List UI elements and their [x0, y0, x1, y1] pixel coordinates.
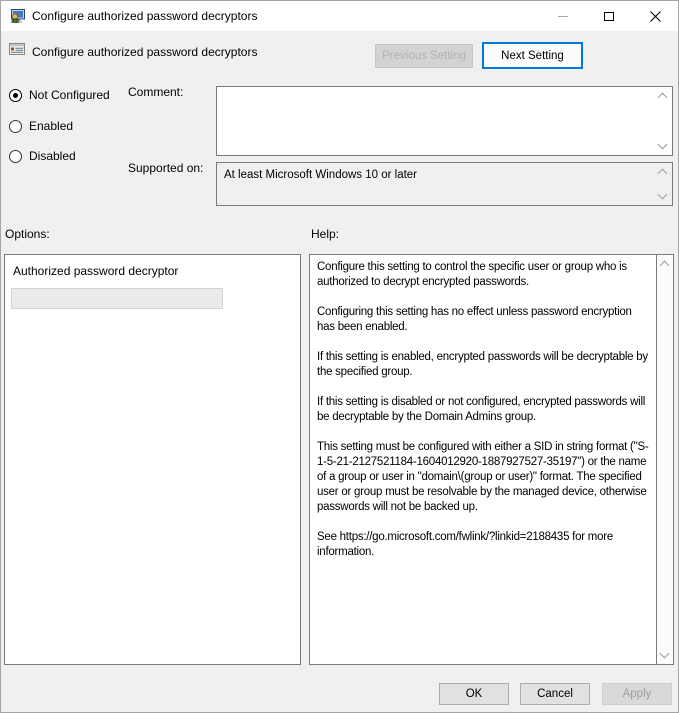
comment-box — [216, 86, 673, 156]
comment-label: Comment: — [128, 85, 183, 99]
group-policy-app-icon — [10, 8, 26, 24]
policy-setting-icon — [9, 41, 25, 57]
help-paragraph: Configure this setting to control the sp… — [317, 260, 651, 290]
maximize-button[interactable] — [586, 1, 632, 31]
chevron-up-icon[interactable] — [658, 169, 668, 179]
chevron-up-icon[interactable] — [660, 261, 670, 271]
close-button[interactable] — [632, 1, 678, 31]
help-paragraph: If this setting is disabled or not confi… — [317, 395, 651, 425]
supported-on-label: Supported on: — [128, 161, 203, 175]
help-section-label: Help: — [311, 227, 339, 241]
close-icon — [650, 11, 661, 22]
cancel-button[interactable]: Cancel — [520, 683, 590, 705]
radio-label: Not Configured — [29, 88, 110, 102]
comment-input[interactable] — [217, 87, 672, 155]
radio-circle — [9, 120, 22, 133]
options-panel: Authorized password decryptor — [4, 254, 301, 665]
previous-setting-button: Previous Setting — [375, 44, 473, 68]
chevron-down-icon[interactable] — [658, 190, 668, 200]
radio-enabled[interactable]: Enabled — [9, 119, 73, 133]
radio-label: Enabled — [29, 119, 73, 133]
options-section-label: Options: — [5, 227, 50, 241]
radio-disabled[interactable]: Disabled — [9, 149, 76, 163]
maximize-icon — [604, 12, 614, 21]
minimize-icon — [558, 16, 568, 17]
caption-buttons — [540, 1, 678, 31]
window-title: Configure authorized password decryptors — [32, 9, 257, 23]
help-paragraph: See https://go.microsoft.com/fwlink/?lin… — [317, 530, 651, 560]
radio-circle — [9, 89, 22, 102]
ok-button[interactable]: OK — [439, 683, 509, 705]
setting-name: Configure authorized password decryptors — [32, 45, 257, 59]
help-scrollbar[interactable] — [656, 255, 673, 664]
help-paragraph: Configuring this setting has no effect u… — [317, 305, 651, 335]
radio-circle — [9, 150, 22, 163]
help-text: Configure this setting to control the sp… — [310, 255, 656, 664]
minimize-button — [540, 1, 586, 31]
supported-on-value: At least Microsoft Windows 10 or later — [224, 169, 417, 181]
help-panel: Configure this setting to control the sp… — [309, 254, 674, 665]
radio-not-configured[interactable]: Not Configured — [9, 88, 110, 102]
authorized-decryptor-label: Authorized password decryptor — [13, 264, 178, 278]
next-setting-button[interactable]: Next Setting — [482, 42, 583, 69]
authorized-decryptor-input — [11, 288, 223, 309]
help-paragraph: This setting must be configured with eit… — [317, 440, 651, 515]
policy-setting-dialog: Configure authorized password decryptors… — [0, 0, 679, 713]
apply-button: Apply — [602, 683, 672, 705]
chevron-down-icon[interactable] — [660, 649, 670, 659]
radio-label: Disabled — [29, 149, 76, 163]
supported-on-box: At least Microsoft Windows 10 or later — [216, 162, 673, 206]
help-paragraph: If this setting is enabled, encrypted pa… — [317, 350, 651, 380]
title-bar: Configure authorized password decryptors — [1, 1, 678, 31]
